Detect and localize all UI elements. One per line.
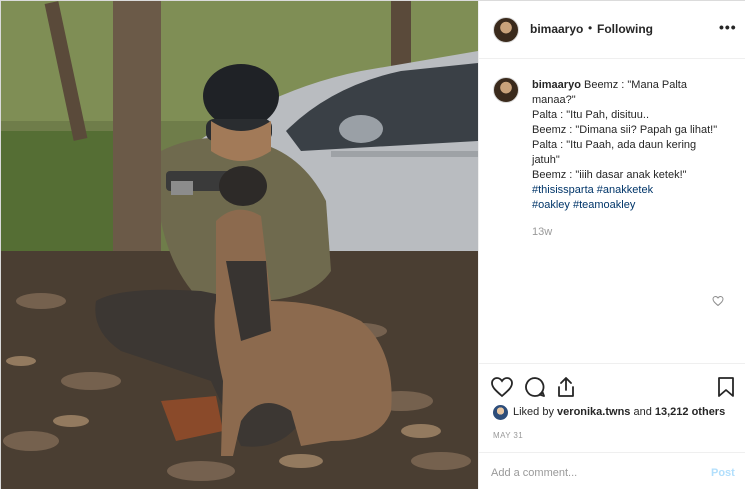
post-details-panel: bimaaryo • Following ••• bimaaryo Beemz … [478, 1, 745, 489]
caption-line: jatuh" [532, 154, 560, 166]
post-comment-button[interactable]: Post [711, 467, 735, 479]
separator-dot: • [588, 21, 593, 35]
likes-count[interactable]: 13,212 others [655, 406, 725, 418]
photo-illustration [1, 1, 478, 489]
post-author-username[interactable]: bimaaryo [530, 22, 583, 36]
post-date[interactable]: MAY 31 [493, 431, 523, 440]
comment-icon[interactable] [523, 375, 547, 399]
add-comment-bar: Post [479, 452, 745, 489]
like-comment-heart-icon[interactable] [712, 295, 724, 307]
hashtags-line[interactable]: #thisissparta #anakketek [532, 183, 737, 198]
bookmark-icon[interactable] [714, 375, 738, 399]
caption-username[interactable]: bimaaryo [532, 79, 581, 91]
caption-line: Beemz : "Dimana sii? Papah ga lihat!" [532, 124, 718, 136]
hashtags-line[interactable]: #oakley #teamoakley [532, 198, 737, 213]
heart-icon[interactable] [490, 375, 514, 399]
share-icon[interactable] [554, 375, 578, 399]
instagram-post-modal: bimaaryo • Following ••• bimaaryo Beemz … [0, 0, 745, 489]
liker-username[interactable]: veronika.twns [557, 406, 630, 418]
caption-time-ago[interactable]: 13w [532, 226, 552, 238]
likes-text: Liked by veronika.twns and 13,212 others [513, 406, 725, 418]
add-comment-input[interactable] [491, 464, 691, 482]
post-actions: Liked by veronika.twns and 13,212 others… [479, 363, 745, 489]
caption-line: manaa?" [532, 94, 576, 106]
avatar[interactable] [493, 17, 519, 43]
comments-section: bimaaryo Beemz : "Mana Palta manaa?" Pal… [479, 59, 745, 363]
caption-line: Palta : "Itu Pah, disituu.. [532, 109, 650, 121]
post-header: bimaaryo • Following ••• [479, 1, 745, 59]
more-options-icon[interactable]: ••• [719, 19, 737, 35]
caption-first-line: Beemz : "Mana Palta [583, 79, 687, 91]
caption-line: Palta : "Itu Paah, ada daun kering [532, 139, 697, 151]
post-caption: bimaaryo Beemz : "Mana Palta manaa?" Pal… [532, 78, 737, 213]
caption-line: Beemz : "iiih dasar anak ketek!" [532, 169, 687, 181]
caption-avatar[interactable] [493, 77, 519, 103]
post-photo[interactable] [1, 1, 478, 489]
following-button[interactable]: Following [597, 22, 653, 36]
liker-avatar [493, 405, 508, 420]
likes-middle: and [633, 406, 652, 418]
likes-prefix: Liked by [513, 406, 554, 418]
